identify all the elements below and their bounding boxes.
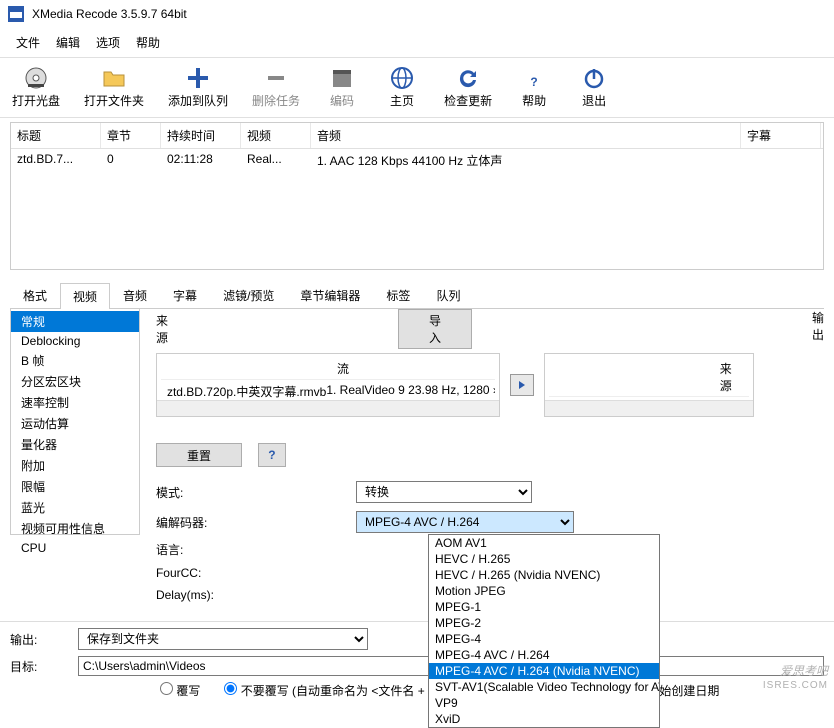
plus-icon [186,66,210,90]
sidelist-vui[interactable]: 视频可用性信息 [11,518,139,539]
globe-icon [390,66,414,90]
video-section-list[interactable]: 常规 Deblocking B 帧 分区宏区块 速率控制 运动估算 量化器 附加… [10,309,140,535]
dd-mpeg1[interactable]: MPEG-1 [429,599,659,615]
toolbar: 打开光盘 打开文件夹 添加到队列 删除任务 编码 主页 检查更新 ? 帮助 退出 [0,57,834,118]
menu-edit[interactable]: 编辑 [48,30,88,55]
dd-mpeg2[interactable]: MPEG-2 [429,615,659,631]
mode-label: 模式: [156,484,356,501]
source-label: 来源 [156,312,168,346]
sidelist-general[interactable]: 常规 [11,311,139,332]
dd-mjpeg[interactable]: Motion JPEG [429,583,659,599]
tab-subtitle[interactable]: 字幕 [160,282,210,308]
menu-help[interactable]: 帮助 [128,30,168,55]
disc-icon [24,66,48,90]
file-row[interactable]: ztd.BD.7... 0 02:11:28 Real... 1. AAC 12… [11,149,823,172]
tab-filter[interactable]: 滤镜/预览 [210,282,287,308]
mode-select[interactable]: 转换 [356,481,532,503]
scrollbar[interactable] [545,400,753,416]
help-button[interactable]: ? 帮助 [504,62,564,113]
encode-button[interactable]: 编码 [312,62,372,113]
menu-options[interactable]: 选项 [88,30,128,55]
import-button[interactable]: 导入 [398,309,472,349]
open-disc-button[interactable]: 打开光盘 [0,62,72,113]
tab-format[interactable]: 格式 [10,282,60,308]
transfer-button[interactable] [510,374,534,396]
dd-svtav1[interactable]: SVT-AV1(Scalable Video Technology for AV… [429,679,659,695]
window-title: XMedia Recode 3.5.9.7 64bit [32,7,187,21]
arrow-right-icon [517,380,527,390]
tab-audio[interactable]: 音频 [110,282,160,308]
tabs: 格式 视频 音频 字幕 滤镜/预览 章节编辑器 标签 队列 [10,282,824,309]
delay-label: Delay(ms): [156,588,356,602]
sidelist-motion[interactable]: 运动估算 [11,413,139,434]
exit-button[interactable]: 退出 [564,62,624,113]
sidelist-partition[interactable]: 分区宏区块 [11,371,139,392]
output-dest-select[interactable]: 保存到文件夹 [78,628,368,650]
col-audio[interactable]: 音频 [311,123,741,148]
open-folder-button[interactable]: 打开文件夹 [72,62,156,113]
help-icon: ? [522,66,546,90]
col-title[interactable]: 标题 [11,123,101,148]
power-icon [582,66,606,90]
dd-h264-nvenc[interactable]: MPEG-4 AVC / H.264 (Nvidia NVENC) [429,663,659,679]
menu-bar: 文件 编辑 选项 帮助 [0,28,834,57]
source-media-box[interactable]: 流 ztd.BD.720p.中英双字幕.rmvb1. RealVideo 9 2… [156,353,500,417]
col-subtitle[interactable]: 字幕 [741,123,821,148]
dd-hevc[interactable]: HEVC / H.265 [429,551,659,567]
add-queue-button[interactable]: 添加到队列 [156,62,240,113]
sidelist-deblocking[interactable]: Deblocking [11,332,139,350]
title-bar: XMedia Recode 3.5.9.7 64bit [0,0,834,28]
dd-h264[interactable]: MPEG-4 AVC / H.264 [429,647,659,663]
output-media-box[interactable]: 来源 ztd.BD.720p.中英双字幕.rmvbReal [544,353,754,417]
refresh-icon [456,66,480,90]
sidelist-extra[interactable]: 附加 [11,455,139,476]
menu-file[interactable]: 文件 [8,30,48,55]
sidelist-quant[interactable]: 量化器 [11,434,139,455]
sidelist-bluray[interactable]: 蓝光 [11,497,139,518]
dd-hevc-nvenc[interactable]: HEVC / H.265 (Nvidia NVENC) [429,567,659,583]
col-chapter[interactable]: 章节 [101,123,161,148]
check-update-button[interactable]: 检查更新 [432,62,504,113]
sidelist-cpu[interactable]: CPU [11,539,139,557]
dd-aom-av1[interactable]: AOM AV1 [429,535,659,551]
dd-xvid[interactable]: XviD [429,711,659,727]
target-label: 目标: [10,658,70,675]
col-video[interactable]: 视频 [241,123,311,148]
file-list[interactable]: 标题 章节 持续时间 视频 音频 字幕 ztd.BD.7... 0 02:11:… [10,122,824,270]
overwrite-radio[interactable]: 覆写 [160,682,200,699]
file-list-header: 标题 章节 持续时间 视频 音频 字幕 [11,123,823,149]
clapper-icon [330,66,354,90]
output-label: 输出 [812,309,824,349]
codec-select[interactable]: MPEG-4 AVC / H.264 [356,511,574,533]
folder-icon [102,66,126,90]
sidelist-clip[interactable]: 限幅 [11,476,139,497]
delete-task-button[interactable]: 删除任务 [240,62,312,113]
tab-tags[interactable]: 标签 [373,282,423,308]
sidelist-rate[interactable]: 速率控制 [11,392,139,413]
output-dest-label: 输出: [10,631,70,648]
fourcc-label: FourCC: [156,566,356,580]
col-duration[interactable]: 持续时间 [161,123,241,148]
codec-label: 编解码器: [156,514,356,531]
scrollbar[interactable] [157,400,499,416]
home-button[interactable]: 主页 [372,62,432,113]
bottom-panel: 输出: 保存到文件夹 目标: 覆写 不要覆写 (自动重命名为 <文件名 + 索引… [0,621,834,709]
sidelist-bframe[interactable]: B 帧 [11,350,139,371]
reset-button[interactable]: 重置 [156,443,242,467]
tab-chapter[interactable]: 章节编辑器 [287,282,373,308]
codec-dropdown[interactable]: AOM AV1 HEVC / H.265 HEVC / H.265 (Nvidi… [428,534,660,728]
tab-queue[interactable]: 队列 [423,282,473,308]
help-info-button[interactable]: ? [258,443,286,467]
minus-icon [264,66,288,90]
tab-video[interactable]: 视频 [60,283,110,309]
language-label: 语言: [156,541,356,558]
svg-text:?: ? [530,75,537,89]
app-icon [8,6,24,22]
dd-mpeg4[interactable]: MPEG-4 [429,631,659,647]
